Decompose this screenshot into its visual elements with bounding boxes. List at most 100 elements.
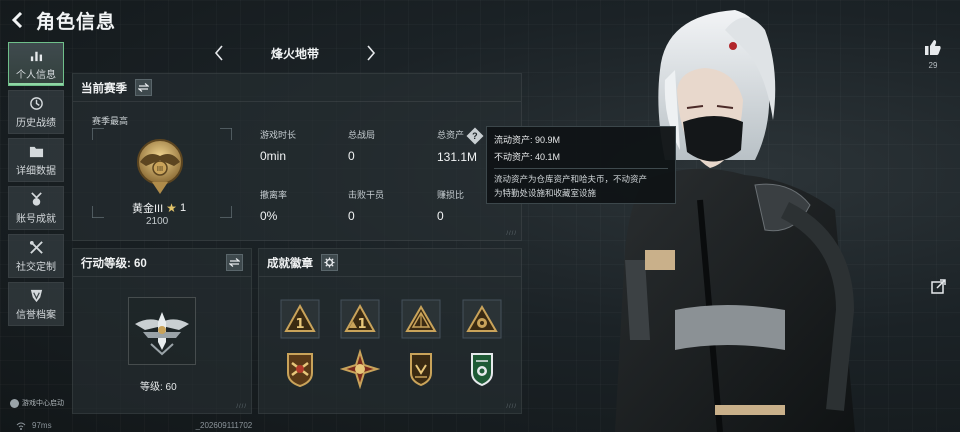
stat-label: 赚损比 [437, 190, 465, 200]
prev-map-arrow-icon[interactable] [210, 42, 228, 64]
status-bar: 97ms _202609111702 [16, 421, 252, 430]
tooltip-desc-line-2: 为特勤处设施和收藏室设施 [494, 188, 597, 198]
game-center-label: 游戏中心启动 [22, 400, 64, 407]
stat-total-matches: 总战局 0 [348, 128, 375, 163]
svg-text:1: 1 [295, 317, 304, 332]
stat-value: 0 [348, 149, 355, 163]
rank-one-plus-badge-icon[interactable]: 1 [340, 299, 380, 339]
tooltip-divider [494, 168, 668, 169]
assets-tooltip: 流动资产: 90.9M 不动资产: 40.1M 流动资产为仓库资产和哈夫币，不动… [486, 126, 676, 204]
sidebar-item-label: 详细数据 [16, 165, 56, 177]
level-panel-title: 行动等级: 60 [81, 257, 147, 270]
shield-icon [30, 289, 42, 302]
tools-icon [29, 240, 43, 254]
player-uid: _202609111702 [195, 421, 253, 430]
character-portrait [615, 10, 855, 432]
like-count: 29 [928, 61, 938, 70]
season-panel-header: 当前赛季 [73, 74, 521, 102]
green-shield-badge-icon[interactable] [462, 349, 502, 389]
stat-total-assets: 总资产? 131.1M [437, 127, 484, 164]
rank-score: 2100 [146, 216, 169, 227]
folder-icon [29, 146, 43, 157]
stat-value: 131.1M [437, 149, 478, 164]
help-icon[interactable]: ? [466, 127, 484, 145]
decorative-tag: //// [506, 231, 517, 237]
share-icon[interactable] [930, 277, 948, 295]
sidebar-item-label: 社交定制 [16, 261, 56, 273]
pyramid-badge-icon[interactable] [401, 299, 441, 339]
season-swap-button[interactable] [135, 79, 152, 96]
stat-value: 0 [437, 209, 444, 223]
achievement-panel-title: 成就徽章 [267, 257, 313, 270]
history-icon [29, 96, 43, 110]
plane-emblem-icon [135, 312, 189, 356]
sidebar-item-reputation[interactable]: 信誉档案 [8, 282, 64, 326]
sidebar-item-label: 个人信息 [16, 69, 56, 81]
tri-star-badge-icon[interactable] [462, 299, 502, 339]
thumbs-up-icon [925, 40, 941, 55]
wifi-icon [16, 422, 26, 430]
decorative-tag: //// [506, 404, 517, 410]
achievement-settings-button[interactable] [321, 254, 338, 271]
stat-value: 0 [348, 209, 355, 223]
season-best-label: 赛季最高 [92, 116, 129, 126]
stat-label-text: 总资产 [437, 130, 465, 140]
sidebar-item-achievements[interactable]: 账号成就 [8, 186, 64, 230]
decorative-tag: //// [236, 404, 247, 410]
sidebar: 个人信息 历史战绩 详细数据 账号成就 社交定制 信誉档案 [8, 42, 64, 326]
sidebar-item-personal-info[interactable]: 个人信息 [8, 42, 64, 86]
rank-name: 黄金III ★ 1 [132, 200, 186, 216]
svg-text:1: 1 [357, 317, 366, 332]
rank-title: 黄金III [132, 203, 164, 215]
level-emblem-frame [128, 297, 196, 365]
stat-label: 游戏时长 [260, 130, 297, 140]
svg-text:III: III [157, 165, 163, 173]
stat-value: 0min [260, 149, 287, 163]
game-center-icon [10, 398, 19, 408]
like-button[interactable]: 29 [924, 40, 942, 70]
map-selector: 烽火地带 [210, 40, 380, 66]
sidebar-item-details[interactable]: 详细数据 [8, 138, 64, 182]
shield-badge-icon[interactable] [401, 349, 441, 389]
medal-icon [30, 191, 42, 206]
stat-label: 撤离率 [260, 190, 288, 200]
sidebar-item-label: 账号成就 [16, 213, 56, 225]
bar-chart-icon [30, 51, 42, 61]
stat-value: 0% [260, 209, 278, 223]
stat-profit-loss-ratio: 赚损比 0 [437, 188, 464, 223]
stat-label: 击败干员 [348, 190, 385, 200]
level-panel-header: 行动等级: 60 [73, 249, 251, 277]
cross-star-badge-icon[interactable] [340, 349, 380, 389]
fixed-assets: 不动资产: 40.1M [494, 152, 561, 162]
season-panel-title: 当前赛季 [81, 82, 127, 95]
level-swap-button[interactable] [226, 254, 243, 271]
rank-stars: 1 [179, 202, 187, 214]
game-center-launch[interactable]: 游戏中心启动 [10, 398, 64, 408]
stat-play-time: 游戏时长 0min [260, 128, 296, 163]
stat-label: 总战局 [348, 130, 376, 140]
swap-icon [229, 258, 240, 267]
achievement-panel-header: 成就徽章 [259, 249, 521, 277]
page-title: 角色信息 [36, 11, 117, 33]
gear-icon [324, 257, 335, 268]
sidebar-item-label: 历史战绩 [16, 117, 56, 129]
ping-value: 97ms [32, 421, 52, 430]
sidebar-item-social[interactable]: 社交定制 [8, 234, 64, 278]
header: 角色信息 [8, 6, 116, 34]
back-arrow-icon[interactable] [8, 10, 28, 30]
crest-badge-icon[interactable] [280, 349, 320, 389]
swap-icon [138, 83, 149, 92]
sidebar-item-history[interactable]: 历史战绩 [8, 90, 64, 134]
next-map-arrow-icon[interactable] [362, 42, 380, 64]
stat-extraction-rate: 撤离率 0% [260, 188, 287, 223]
rank-one-badge-icon[interactable]: 1 [280, 299, 320, 339]
tooltip-desc-line-1: 流动资产为仓库资产和哈夫币，不动资产 [494, 174, 648, 184]
liquid-assets: 流动资产: 90.9M [494, 135, 561, 145]
stat-label: 总资产? [437, 127, 484, 145]
map-name: 烽火地带 [270, 46, 319, 61]
star-icon: ★ [166, 201, 177, 215]
gold-rank-badge-icon: III [137, 139, 183, 194]
sidebar-item-label: 信誉档案 [16, 309, 56, 321]
level-label: 等级: 60 [140, 382, 177, 393]
stat-operators-defeated: 击败干员 0 [348, 188, 384, 223]
